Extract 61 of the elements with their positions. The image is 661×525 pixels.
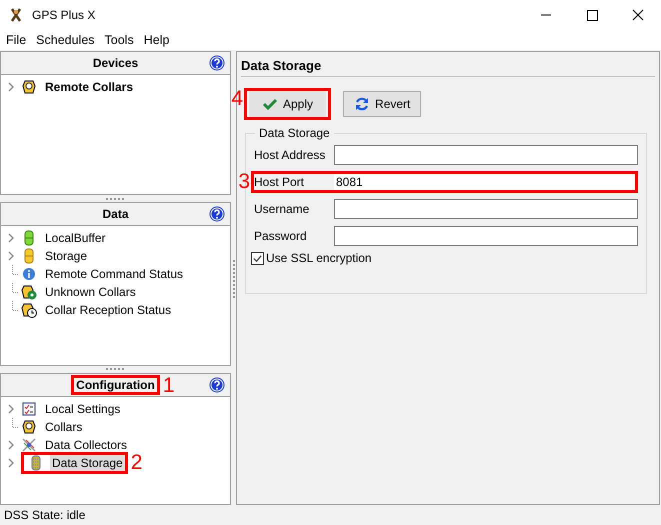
expand-chevron-icon[interactable] xyxy=(7,458,15,468)
tree-item[interactable]: LocalBuffer xyxy=(43,230,108,246)
field-label: Username xyxy=(254,202,310,216)
checkmark-icon xyxy=(252,252,263,264)
help-icon[interactable] xyxy=(209,376,225,393)
callout-number: 1 xyxy=(162,374,175,396)
collar-clock-icon xyxy=(21,302,37,318)
tree-connector xyxy=(12,418,19,428)
panel-title: Data xyxy=(102,207,128,222)
checkmark-icon xyxy=(262,96,278,112)
field-label: Host Port xyxy=(254,175,306,189)
text-field[interactable] xyxy=(334,145,638,165)
panel-title: Configuration xyxy=(76,378,155,392)
tree-item[interactable]: Collars xyxy=(43,418,84,435)
tree-item[interactable]: Data Storage xyxy=(50,454,125,471)
app-logo-icon xyxy=(8,7,24,23)
text-field[interactable]: 8081 xyxy=(334,174,635,190)
tree-connector xyxy=(12,283,19,294)
tree-item[interactable]: Local Settings xyxy=(43,400,122,417)
help-icon[interactable] xyxy=(209,55,225,71)
tree-item[interactable]: Remote Command Status xyxy=(43,266,186,282)
collar-question-icon xyxy=(21,284,37,300)
menu-item[interactable]: Schedules xyxy=(31,33,100,47)
window-title: GPS Plus X xyxy=(32,8,96,22)
tree-connector xyxy=(12,301,19,312)
panel-title: Devices xyxy=(92,56,138,70)
callout-number: 3 xyxy=(238,171,250,192)
help-icon[interactable] xyxy=(209,206,225,222)
menu-item[interactable]: File xyxy=(1,33,32,47)
tree-item[interactable]: Unknown Collars xyxy=(43,284,138,300)
tree-connector xyxy=(12,265,19,276)
info-icon xyxy=(21,266,37,282)
field-label: Host Address xyxy=(254,148,326,162)
tree-item[interactable]: Storage xyxy=(43,248,90,264)
expand-chevron-icon[interactable] xyxy=(7,82,15,92)
callout-number: 2 xyxy=(130,452,142,473)
text-field[interactable] xyxy=(334,199,638,219)
status-text: DSS State: idle xyxy=(4,508,86,522)
collar-icon xyxy=(21,79,37,95)
text-field[interactable] xyxy=(334,226,638,246)
checklist-icon xyxy=(21,400,37,417)
tree-item[interactable]: Collar Reception Status xyxy=(43,302,174,318)
expand-chevron-icon[interactable] xyxy=(7,251,15,262)
checkbox[interactable] xyxy=(251,252,264,264)
field-label: Password xyxy=(254,229,308,243)
refresh-icon xyxy=(354,96,370,112)
apply-button[interactable]: Apply xyxy=(249,91,326,117)
panel-title: Data Storage xyxy=(241,52,655,77)
expand-chevron-icon[interactable] xyxy=(7,233,15,244)
group-title: Data Storage xyxy=(258,126,331,140)
tree-item[interactable]: Data Collectors xyxy=(43,436,130,453)
menu-item[interactable]: Tools xyxy=(100,33,139,47)
menu-item[interactable]: Help xyxy=(138,33,174,47)
callout-number: 4 xyxy=(231,88,243,109)
expand-chevron-icon[interactable] xyxy=(7,440,15,450)
tree-item[interactable]: Remote Collars xyxy=(43,79,136,95)
checkbox-label[interactable]: Use SSL encryption xyxy=(266,251,372,265)
expand-chevron-icon[interactable] xyxy=(7,404,15,414)
collar-icon xyxy=(21,418,37,435)
revert-button[interactable]: Revert xyxy=(343,91,422,117)
antenna-icon xyxy=(21,436,37,453)
